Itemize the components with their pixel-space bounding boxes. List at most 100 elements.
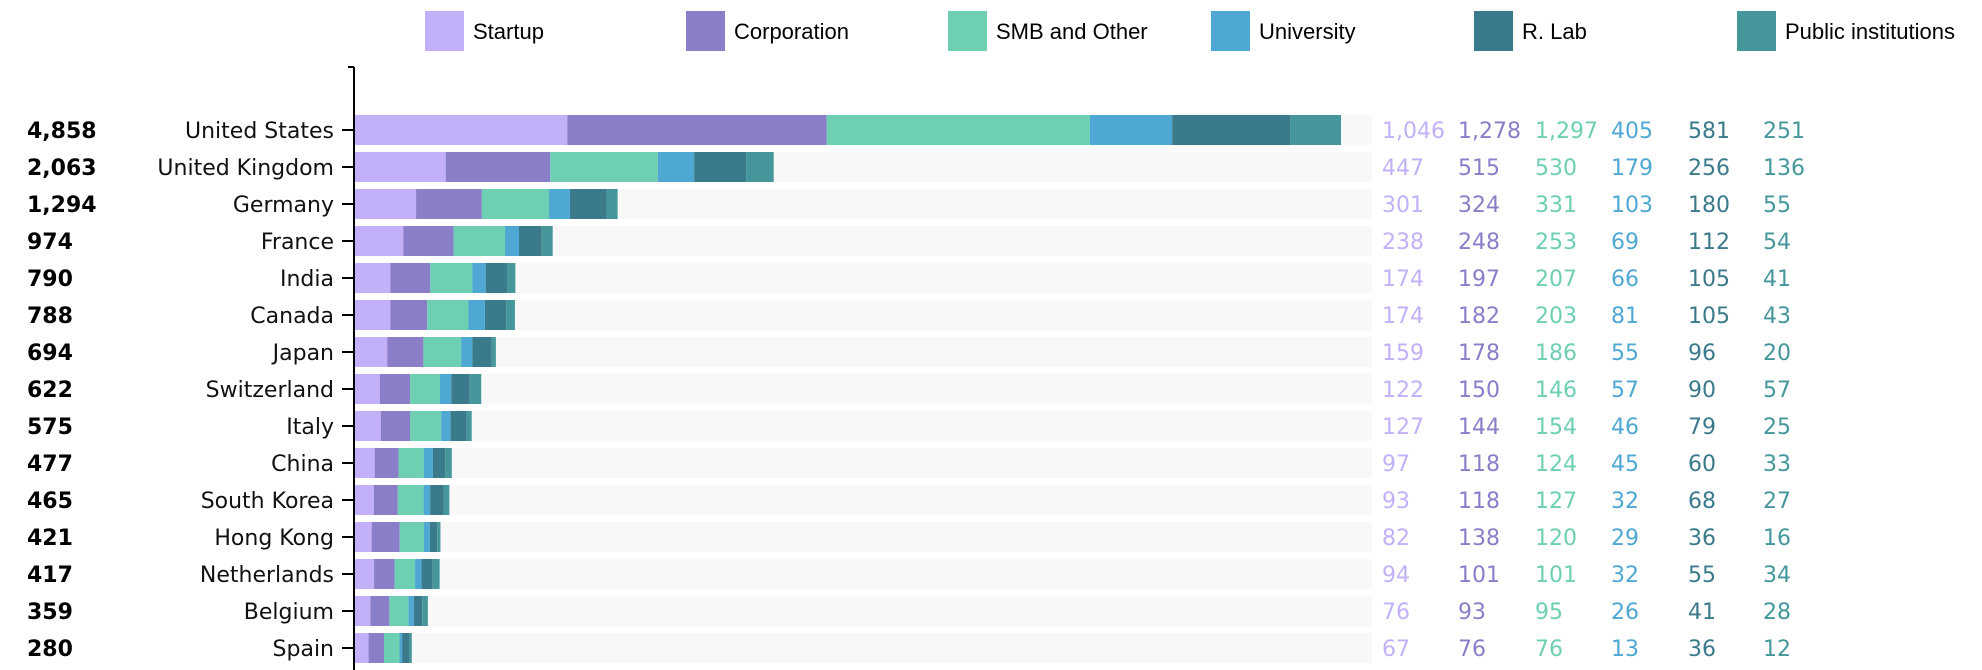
bar-segment bbox=[453, 226, 505, 256]
bar-segment bbox=[389, 596, 409, 626]
bar-segment bbox=[485, 263, 508, 293]
table-row: 694 Japan 159 178 186 55 96 20 bbox=[27, 337, 1791, 367]
legend-label: R. Lab bbox=[1522, 19, 1587, 44]
stacked-bar-chart: Startup Corporation SMB and Other Universit… bbox=[27, 11, 1955, 670]
country-label: Germany bbox=[233, 193, 334, 218]
value-label: 105 bbox=[1688, 267, 1730, 292]
bar-segment bbox=[355, 374, 380, 404]
value-label: 69 bbox=[1611, 230, 1639, 255]
value-label: 36 bbox=[1688, 526, 1716, 551]
bar-segment bbox=[468, 300, 485, 330]
value-label: 118 bbox=[1458, 452, 1500, 477]
country-label: Canada bbox=[250, 304, 334, 329]
value-label: 93 bbox=[1458, 600, 1486, 625]
bar-segment bbox=[421, 559, 433, 589]
value-label: 581 bbox=[1688, 119, 1730, 144]
value-label: 55 bbox=[1611, 341, 1639, 366]
legend-item: Corporation bbox=[686, 11, 849, 51]
bar-segment bbox=[1089, 115, 1173, 145]
legend-label: Public institutions bbox=[1785, 19, 1955, 44]
value-label: 101 bbox=[1458, 563, 1500, 588]
bar-segment bbox=[826, 115, 1090, 145]
bar-track bbox=[355, 448, 1372, 478]
bar-segment bbox=[549, 189, 570, 219]
country-label: Italy bbox=[286, 415, 334, 440]
legend-item: Public institutions bbox=[1737, 11, 1955, 51]
country-label: China bbox=[271, 452, 334, 477]
bar-segment bbox=[399, 633, 403, 663]
bar-segment bbox=[484, 300, 507, 330]
country-label: Japan bbox=[271, 341, 334, 366]
bar-segment bbox=[355, 411, 381, 441]
bar-segment bbox=[355, 559, 375, 589]
bar-segment bbox=[439, 374, 452, 404]
legend-item: R. Lab bbox=[1474, 11, 1587, 51]
bar-segment bbox=[355, 300, 391, 330]
bar-track bbox=[355, 374, 1372, 404]
bar-track bbox=[355, 596, 1372, 626]
bar-segment bbox=[469, 374, 482, 404]
bar-segment bbox=[450, 411, 467, 441]
value-label: 103 bbox=[1611, 193, 1653, 218]
row-total: 359 bbox=[27, 600, 73, 625]
bar-segment bbox=[569, 189, 607, 219]
row-total: 2,063 bbox=[27, 156, 97, 181]
value-label: 186 bbox=[1535, 341, 1577, 366]
value-label: 32 bbox=[1611, 563, 1639, 588]
table-row: 622 Switzerland 122 150 146 57 90 57 bbox=[27, 374, 1791, 404]
bar-segment bbox=[430, 485, 444, 515]
bar-segment bbox=[355, 152, 446, 182]
value-label: 43 bbox=[1763, 304, 1791, 329]
row-total: 790 bbox=[27, 267, 73, 292]
country-label: France bbox=[261, 230, 334, 255]
table-row: 280 Spain 67 76 76 13 36 12 bbox=[27, 633, 1791, 663]
legend-swatch bbox=[686, 11, 725, 51]
bar-segment bbox=[403, 226, 454, 256]
value-label: 127 bbox=[1382, 415, 1424, 440]
bar-segment bbox=[398, 448, 424, 478]
value-label: 66 bbox=[1611, 267, 1639, 292]
bar-segment bbox=[451, 374, 470, 404]
legend-label: Corporation bbox=[734, 19, 849, 44]
value-label: 118 bbox=[1458, 489, 1500, 514]
bar-segment bbox=[394, 559, 416, 589]
bar-segment bbox=[355, 633, 369, 663]
table-row: 417 Netherlands 94 101 101 32 55 34 bbox=[27, 559, 1791, 589]
country-label: United Kingdom bbox=[157, 156, 334, 181]
value-label: 159 bbox=[1382, 341, 1424, 366]
bar-segment bbox=[379, 374, 411, 404]
bar-segment bbox=[410, 374, 440, 404]
row-total: 694 bbox=[27, 341, 73, 366]
table-row: 2,063 United Kingdom 447 515 530 179 256 136 bbox=[27, 152, 1805, 182]
value-label: 20 bbox=[1763, 341, 1791, 366]
bar-segment bbox=[491, 337, 496, 367]
bar-segment bbox=[413, 596, 423, 626]
value-label: 174 bbox=[1382, 267, 1424, 292]
bar-segment bbox=[481, 189, 550, 219]
value-label: 331 bbox=[1535, 193, 1577, 218]
bar-segment bbox=[1172, 115, 1291, 145]
value-label: 57 bbox=[1611, 378, 1639, 403]
bar-segment bbox=[355, 448, 375, 478]
value-label: 101 bbox=[1535, 563, 1577, 588]
legend-item: Startup bbox=[425, 11, 544, 51]
legend-label: Startup bbox=[473, 19, 544, 44]
bar-segment bbox=[445, 448, 452, 478]
bar-segment bbox=[384, 633, 400, 663]
bar-segment bbox=[410, 411, 442, 441]
value-label: 34 bbox=[1763, 563, 1791, 588]
bar-segment bbox=[424, 522, 430, 552]
bar-track bbox=[355, 633, 1372, 663]
table-row: 359 Belgium 76 93 95 26 41 28 bbox=[27, 596, 1791, 626]
value-label: 54 bbox=[1763, 230, 1791, 255]
value-label: 55 bbox=[1688, 563, 1716, 588]
legend-swatch bbox=[948, 11, 987, 51]
bar-track bbox=[355, 522, 1372, 552]
bar-segment bbox=[443, 485, 450, 515]
bar-segment bbox=[390, 300, 428, 330]
bar-segment bbox=[387, 337, 424, 367]
value-label: 138 bbox=[1458, 526, 1500, 551]
bar-segment bbox=[355, 337, 388, 367]
value-label: 36 bbox=[1688, 637, 1716, 662]
bar-segment bbox=[423, 485, 431, 515]
